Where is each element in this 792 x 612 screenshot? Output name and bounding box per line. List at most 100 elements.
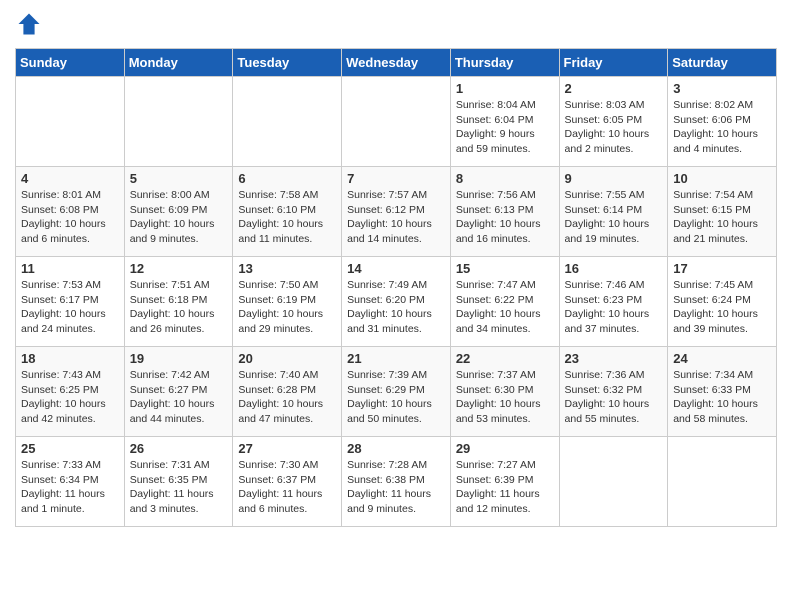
- day-number: 29: [456, 441, 554, 456]
- day-cell: 26 Sunrise: 7:31 AM Sunset: 6:35 PM Dayli…: [124, 437, 233, 527]
- day-cell: 25 Sunrise: 7:33 AM Sunset: 6:34 PM Dayli…: [16, 437, 125, 527]
- day-number: 21: [347, 351, 445, 366]
- day-cell: 11 Sunrise: 7:53 AM Sunset: 6:17 PM Dayli…: [16, 257, 125, 347]
- col-header-tuesday: Tuesday: [233, 49, 342, 77]
- day-info: Sunrise: 8:04 AM Sunset: 6:04 PM Dayligh…: [456, 98, 554, 157]
- col-header-wednesday: Wednesday: [342, 49, 451, 77]
- day-number: 4: [21, 171, 119, 186]
- day-info: Sunrise: 7:47 AM Sunset: 6:22 PM Dayligh…: [456, 278, 554, 337]
- day-cell: 19Sunrise: 7:42 AM Sunset: 6:27 PM Dayli…: [124, 347, 233, 437]
- day-number: 25: [21, 441, 119, 456]
- col-header-saturday: Saturday: [668, 49, 777, 77]
- day-info: Sunrise: 8:03 AM Sunset: 6:05 PM Dayligh…: [565, 98, 663, 157]
- page-container: SundayMondayTuesdayWednesdayThursdayFrid…: [0, 0, 792, 537]
- day-cell: 20 Sunrise: 7:40 AM Sunset: 6:28 PM Dayli…: [233, 347, 342, 437]
- week-row-5: 25 Sunrise: 7:33 AM Sunset: 6:34 PM Dayli…: [16, 437, 777, 527]
- day-number: 23: [565, 351, 663, 366]
- day-cell: [124, 77, 233, 167]
- day-number: 5: [130, 171, 228, 186]
- day-cell: 6 Sunrise: 7:58 AM Sunset: 6:10 PM Daylig…: [233, 167, 342, 257]
- day-number: 6: [238, 171, 336, 186]
- day-number: 27: [238, 441, 336, 456]
- day-cell: [342, 77, 451, 167]
- col-header-monday: Monday: [124, 49, 233, 77]
- day-info: Sunrise: 7:53 AM Sunset: 6:17 PM Dayligh…: [21, 278, 119, 337]
- day-info: Sunrise: 7:40 AM Sunset: 6:28 PM Dayligh…: [238, 368, 336, 427]
- day-number: 22: [456, 351, 554, 366]
- day-info: Sunrise: 7:57 AM Sunset: 6:12 PM Dayligh…: [347, 188, 445, 247]
- week-row-3: 11 Sunrise: 7:53 AM Sunset: 6:17 PM Dayli…: [16, 257, 777, 347]
- day-number: 14: [347, 261, 445, 276]
- day-info: Sunrise: 7:45 AM Sunset: 6:24 PM Dayligh…: [673, 278, 771, 337]
- day-info: Sunrise: 7:50 AM Sunset: 6:19 PM Dayligh…: [238, 278, 336, 337]
- day-info: Sunrise: 7:55 AM Sunset: 6:14 PM Dayligh…: [565, 188, 663, 247]
- day-cell: 9Sunrise: 7:55 AM Sunset: 6:14 PM Daylig…: [559, 167, 668, 257]
- day-cell: 1 Sunrise: 8:04 AM Sunset: 6:04 PM Daylig…: [450, 77, 559, 167]
- day-cell: [559, 437, 668, 527]
- day-cell: 21 Sunrise: 7:39 AM Sunset: 6:29 PM Dayli…: [342, 347, 451, 437]
- day-info: Sunrise: 7:28 AM Sunset: 6:38 PM Dayligh…: [347, 458, 445, 517]
- calendar-table: SundayMondayTuesdayWednesdayThursdayFrid…: [15, 48, 777, 527]
- day-cell: 8 Sunrise: 7:56 AM Sunset: 6:13 PM Daylig…: [450, 167, 559, 257]
- week-row-1: 1 Sunrise: 8:04 AM Sunset: 6:04 PM Daylig…: [16, 77, 777, 167]
- day-number: 13: [238, 261, 336, 276]
- day-cell: 12 Sunrise: 7:51 AM Sunset: 6:18 PM Dayli…: [124, 257, 233, 347]
- day-info: Sunrise: 7:58 AM Sunset: 6:10 PM Dayligh…: [238, 188, 336, 247]
- day-info: Sunrise: 7:37 AM Sunset: 6:30 PM Dayligh…: [456, 368, 554, 427]
- day-cell: 22 Sunrise: 7:37 AM Sunset: 6:30 PM Dayli…: [450, 347, 559, 437]
- day-cell: 4 Sunrise: 8:01 AM Sunset: 6:08 PM Daylig…: [16, 167, 125, 257]
- day-cell: 10Sunrise: 7:54 AM Sunset: 6:15 PM Dayli…: [668, 167, 777, 257]
- day-number: 19: [130, 351, 228, 366]
- day-number: 11: [21, 261, 119, 276]
- day-cell: 27 Sunrise: 7:30 AM Sunset: 6:37 PM Dayli…: [233, 437, 342, 527]
- day-cell: 13 Sunrise: 7:50 AM Sunset: 6:19 PM Dayli…: [233, 257, 342, 347]
- day-number: 3: [673, 81, 771, 96]
- day-cell: 18 Sunrise: 7:43 AM Sunset: 6:25 PM Dayli…: [16, 347, 125, 437]
- day-cell: 14 Sunrise: 7:49 AM Sunset: 6:20 PM Dayli…: [342, 257, 451, 347]
- day-number: 16: [565, 261, 663, 276]
- day-number: 18: [21, 351, 119, 366]
- day-cell: 23 Sunrise: 7:36 AM Sunset: 6:32 PM Dayli…: [559, 347, 668, 437]
- day-cell: 28 Sunrise: 7:28 AM Sunset: 6:38 PM Dayli…: [342, 437, 451, 527]
- day-cell: 15 Sunrise: 7:47 AM Sunset: 6:22 PM Dayli…: [450, 257, 559, 347]
- day-number: 10: [673, 171, 771, 186]
- day-info: Sunrise: 7:49 AM Sunset: 6:20 PM Dayligh…: [347, 278, 445, 337]
- logo: [15, 10, 45, 38]
- day-info: Sunrise: 8:02 AM Sunset: 6:06 PM Dayligh…: [673, 98, 771, 157]
- day-cell: [668, 437, 777, 527]
- day-number: 8: [456, 171, 554, 186]
- day-number: 2: [565, 81, 663, 96]
- day-info: Sunrise: 7:46 AM Sunset: 6:23 PM Dayligh…: [565, 278, 663, 337]
- col-header-thursday: Thursday: [450, 49, 559, 77]
- day-info: Sunrise: 7:51 AM Sunset: 6:18 PM Dayligh…: [130, 278, 228, 337]
- day-number: 20: [238, 351, 336, 366]
- day-info: Sunrise: 7:31 AM Sunset: 6:35 PM Dayligh…: [130, 458, 228, 517]
- day-info: Sunrise: 7:43 AM Sunset: 6:25 PM Dayligh…: [21, 368, 119, 427]
- day-info: Sunrise: 8:00 AM Sunset: 6:09 PM Dayligh…: [130, 188, 228, 247]
- day-number: 1: [456, 81, 554, 96]
- day-number: 24: [673, 351, 771, 366]
- day-cell: [16, 77, 125, 167]
- day-cell: 7 Sunrise: 7:57 AM Sunset: 6:12 PM Daylig…: [342, 167, 451, 257]
- col-header-sunday: Sunday: [16, 49, 125, 77]
- day-number: 17: [673, 261, 771, 276]
- day-number: 28: [347, 441, 445, 456]
- day-info: Sunrise: 8:01 AM Sunset: 6:08 PM Dayligh…: [21, 188, 119, 247]
- day-number: 15: [456, 261, 554, 276]
- day-cell: 16 Sunrise: 7:46 AM Sunset: 6:23 PM Dayli…: [559, 257, 668, 347]
- day-cell: 5 Sunrise: 8:00 AM Sunset: 6:09 PM Daylig…: [124, 167, 233, 257]
- day-info: Sunrise: 7:34 AM Sunset: 6:33 PM Dayligh…: [673, 368, 771, 427]
- col-header-friday: Friday: [559, 49, 668, 77]
- day-number: 12: [130, 261, 228, 276]
- day-cell: [233, 77, 342, 167]
- day-info: Sunrise: 7:27 AM Sunset: 6:39 PM Dayligh…: [456, 458, 554, 517]
- day-info: Sunrise: 7:33 AM Sunset: 6:34 PM Dayligh…: [21, 458, 119, 517]
- day-number: 26: [130, 441, 228, 456]
- day-info: Sunrise: 7:36 AM Sunset: 6:32 PM Dayligh…: [565, 368, 663, 427]
- day-info: Sunrise: 7:39 AM Sunset: 6:29 PM Dayligh…: [347, 368, 445, 427]
- day-info: Sunrise: 7:30 AM Sunset: 6:37 PM Dayligh…: [238, 458, 336, 517]
- page-header: [15, 10, 777, 38]
- day-number: 7: [347, 171, 445, 186]
- day-info: Sunrise: 7:56 AM Sunset: 6:13 PM Dayligh…: [456, 188, 554, 247]
- day-cell: 3 Sunrise: 8:02 AM Sunset: 6:06 PM Daylig…: [668, 77, 777, 167]
